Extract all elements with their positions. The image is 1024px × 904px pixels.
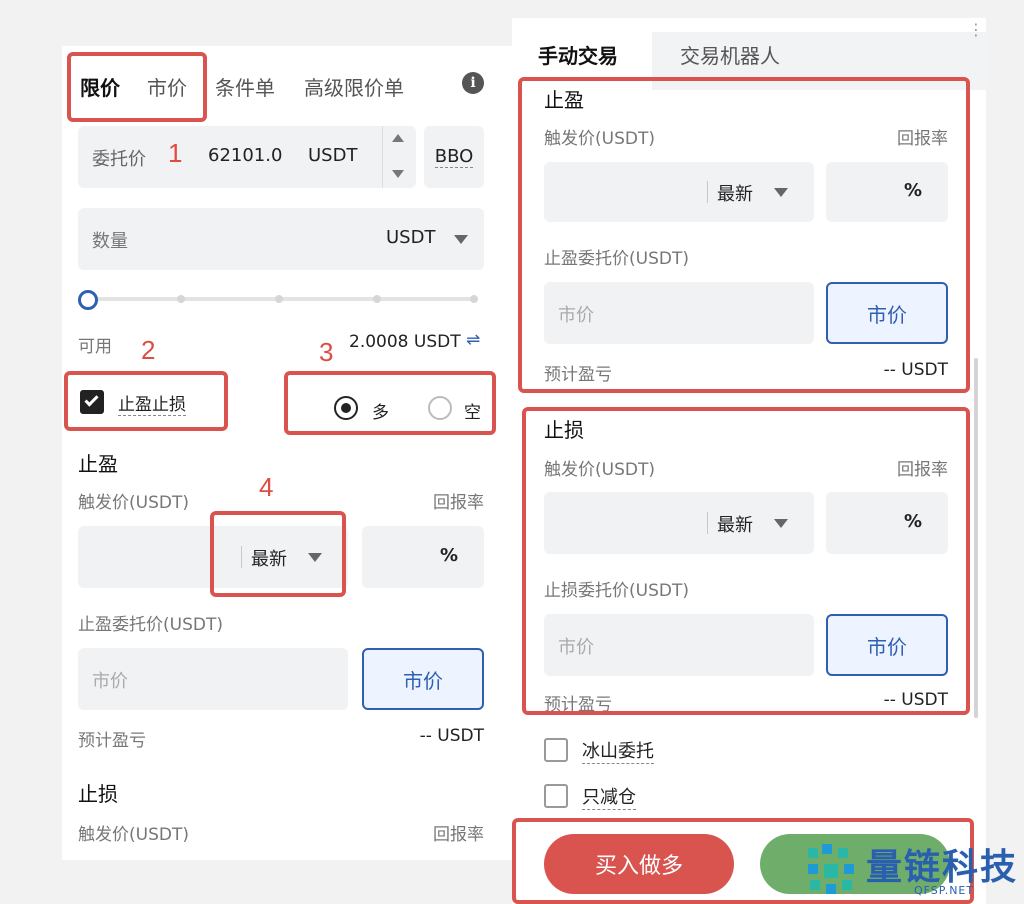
scrollbar[interactable] xyxy=(974,358,978,718)
tp-market-button[interactable]: 市价 xyxy=(362,648,484,710)
tab-advanced-limit[interactable]: 高级限价单 xyxy=(304,72,404,101)
slider-tick[interactable] xyxy=(470,295,478,303)
slider-handle[interactable] xyxy=(78,290,98,310)
tab-manual-trading[interactable]: 手动交易 xyxy=(538,40,618,69)
tp-title: 止盈 xyxy=(78,452,118,476)
quantity-placeholder: 数量 xyxy=(92,231,128,252)
swap-icon[interactable]: ⇌ xyxy=(466,330,480,350)
tp-percent-sign: % xyxy=(440,545,459,566)
price-input[interactable]: 委托价 62101.0 USDT xyxy=(78,126,416,188)
annotation-box-3 xyxy=(284,371,496,435)
more-icon[interactable]: ⋮ xyxy=(968,22,984,38)
watermark-text: 量链科技 xyxy=(866,847,1019,888)
info-icon[interactable]: i xyxy=(462,72,484,94)
tp-pnl-label: 预计盈亏 xyxy=(78,731,146,751)
reduce-only-label[interactable]: 只减仓 xyxy=(582,783,636,810)
tp-order-placeholder: 市价 xyxy=(92,671,128,692)
slider-tick[interactable] xyxy=(177,295,185,303)
tp-ratio-label: 回报率 xyxy=(433,493,484,513)
annotation-box-2 xyxy=(64,371,228,431)
annotation-box-4 xyxy=(210,511,346,597)
annotation-number-2: 2 xyxy=(141,335,156,365)
price-label: 委托价 xyxy=(92,149,146,170)
sl-ratio-label: 回报率 xyxy=(433,825,484,845)
tp-order-label: 止盈委托价(USDT) xyxy=(78,615,223,635)
tp-pnl-value: -- USDT xyxy=(419,726,484,746)
annotation-box-stop-loss xyxy=(522,407,970,715)
annotation-box-1 xyxy=(67,52,207,122)
quantity-unit: USDT xyxy=(386,227,436,248)
reduce-only-checkbox[interactable] xyxy=(544,784,568,808)
left-order-panel: 限价 市价 条件单 高级限价单 i 委托价 62101.0 USDT BBO 数… xyxy=(62,46,512,860)
annotation-box-take-profit xyxy=(518,77,970,393)
stepper-down-icon[interactable] xyxy=(392,170,404,178)
tp-trigger-label: 触发价(USDT) xyxy=(78,493,189,513)
tp-ratio-input[interactable]: % xyxy=(362,526,484,588)
quantity-input[interactable]: 数量 USDT xyxy=(78,208,484,270)
bbo-label: BBO xyxy=(434,146,474,168)
sl-title: 止损 xyxy=(78,782,118,806)
slider-tick[interactable] xyxy=(373,295,381,303)
iceberg-label[interactable]: 冰山委托 xyxy=(582,737,654,764)
price-value: 62101.0 xyxy=(208,145,283,166)
stepper-up-icon[interactable] xyxy=(392,134,404,142)
slider-tick[interactable] xyxy=(275,295,283,303)
iceberg-checkbox[interactable] xyxy=(544,738,568,762)
available-label: 可用 xyxy=(78,337,112,357)
sl-trigger-label: 触发价(USDT) xyxy=(78,825,189,845)
annotation-number-1: 1 xyxy=(168,138,183,168)
tab-conditional[interactable]: 条件单 xyxy=(215,72,275,101)
available-value: 2.0008 USDT xyxy=(349,332,461,352)
annotation-number-4: 4 xyxy=(259,472,274,502)
tab-trading-bot[interactable]: 交易机器人 xyxy=(680,40,780,69)
price-unit: USDT xyxy=(308,145,358,166)
tp-order-input[interactable]: 市价 xyxy=(78,648,348,710)
annotation-number-3: 3 xyxy=(319,337,334,367)
chevron-down-icon xyxy=(454,235,468,244)
bbo-button[interactable]: BBO xyxy=(424,126,484,188)
watermark-subtext: QFSP.NET xyxy=(914,884,975,897)
watermark-logo xyxy=(804,842,864,898)
